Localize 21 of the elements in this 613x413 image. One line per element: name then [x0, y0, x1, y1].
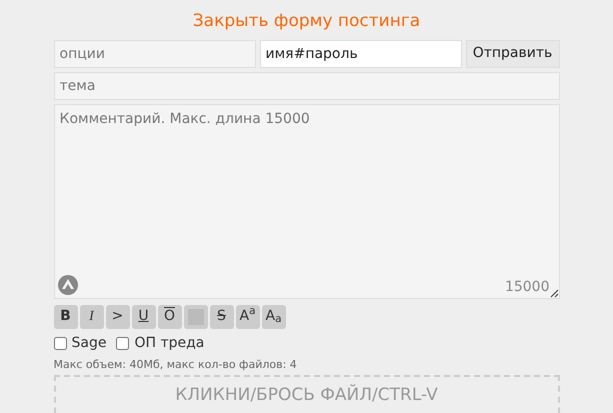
- checkbox-label: Sage: [72, 334, 106, 352]
- underline-button[interactable]: U: [132, 304, 156, 328]
- resize-handle-icon[interactable]: [550, 288, 558, 298]
- italic-button[interactable]: I: [80, 304, 104, 328]
- upload-limits-text: Макс объем: 40Мб, макс кол-во файлов: 4: [54, 356, 298, 372]
- subject-field[interactable]: тема: [54, 72, 560, 100]
- bold-button[interactable]: B: [54, 304, 78, 328]
- overline-button[interactable]: O: [158, 304, 182, 328]
- character-counter: 15000: [504, 278, 550, 296]
- name-field[interactable]: имя#пароль: [260, 40, 462, 68]
- checkbox[interactable]: [54, 336, 66, 350]
- submit-button[interactable]: Отправить: [466, 40, 560, 68]
- logo-icon: [58, 274, 78, 294]
- strike-button[interactable]: S: [210, 304, 234, 328]
- checkbox-label: ОП треда: [134, 334, 204, 352]
- sup-button[interactable]: A$^{a}$: [236, 304, 260, 328]
- drop-zone-text: КЛИКНИ/БРОСЬ ФАЙЛ/CTRL-V: [175, 385, 438, 407]
- options-field[interactable]: опции: [54, 40, 256, 68]
- quote-button[interactable]: >: [106, 304, 130, 328]
- sub-button[interactable]: A$_{a}$: [262, 304, 286, 328]
- checkbox[interactable]: [116, 336, 130, 350]
